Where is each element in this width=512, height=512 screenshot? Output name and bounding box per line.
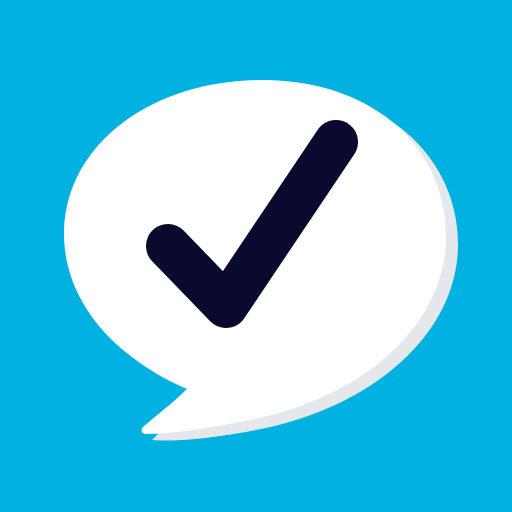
app-icon [0,0,512,512]
app-icon-graphic [0,0,512,512]
